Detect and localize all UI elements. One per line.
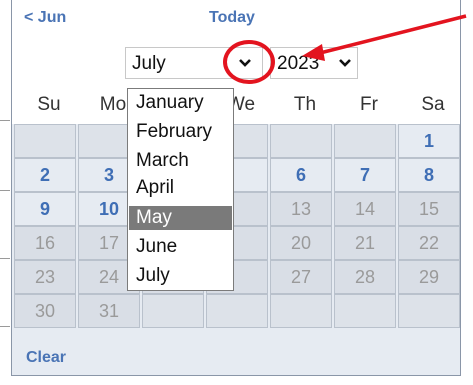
- year-select-value: 2023: [277, 53, 320, 74]
- weekday-header: Su Mo Tu We Th Fr Sa: [12, 86, 460, 124]
- edge-tick: [0, 190, 10, 191]
- day-cell[interactable]: 23: [14, 260, 76, 294]
- month-option[interactable]: April: [129, 176, 232, 200]
- month-option[interactable]: March: [129, 149, 232, 173]
- edge-tick: [0, 120, 10, 121]
- month-option[interactable]: June: [129, 235, 232, 259]
- day-cell[interactable]: 9: [14, 192, 76, 226]
- weekday-label: Fr: [360, 94, 378, 115]
- day-cell[interactable]: 2: [14, 158, 76, 192]
- day-cell[interactable]: 27: [270, 260, 332, 294]
- day-cell[interactable]: 28: [334, 260, 396, 294]
- day-cell[interactable]: 13: [270, 192, 332, 226]
- day-cell[interactable]: 6: [270, 158, 332, 192]
- day-cell[interactable]: 15: [398, 192, 460, 226]
- day-cell[interactable]: 1: [398, 124, 460, 158]
- month-dropdown-list: January February March April May June Ju…: [127, 88, 234, 291]
- day-cell[interactable]: 30: [14, 294, 76, 328]
- weekday-label: Sa: [421, 94, 445, 115]
- day-cell[interactable]: 8: [398, 158, 460, 192]
- today-link[interactable]: Today: [209, 9, 255, 27]
- annotation-circle: [223, 40, 275, 84]
- month-option[interactable]: February: [129, 120, 232, 144]
- month-option[interactable]: July: [129, 264, 232, 288]
- day-cell-empty: [206, 294, 268, 328]
- day-cell[interactable]: 31: [78, 294, 140, 328]
- edge-tick: [0, 326, 10, 327]
- day-cell[interactable]: 29: [398, 260, 460, 294]
- day-cell[interactable]: 20: [270, 226, 332, 260]
- day-cell-empty: [334, 124, 396, 158]
- day-cell-empty: [398, 294, 460, 328]
- day-cell-empty: [14, 124, 76, 158]
- weekday-label: Th: [293, 94, 317, 115]
- prev-month-link[interactable]: < Jun: [24, 9, 66, 27]
- day-cell-empty: [334, 294, 396, 328]
- day-cell[interactable]: 16: [14, 226, 76, 260]
- day-cell[interactable]: 21: [334, 226, 396, 260]
- day-cell[interactable]: 14: [334, 192, 396, 226]
- day-cell-empty: [270, 124, 332, 158]
- day-cell[interactable]: 7: [334, 158, 396, 192]
- clear-link[interactable]: Clear: [26, 349, 66, 367]
- month-option-selected[interactable]: May: [129, 206, 232, 230]
- day-cell-empty: [270, 294, 332, 328]
- chevron-down-icon: [339, 59, 351, 67]
- day-cell[interactable]: 22: [398, 226, 460, 260]
- month-select-value: July: [132, 53, 166, 74]
- day-cell-empty: [142, 294, 204, 328]
- edge-tick: [0, 258, 10, 259]
- page-edge: [0, 0, 10, 385]
- weekday-label: Su: [37, 94, 61, 115]
- month-option[interactable]: January: [129, 91, 232, 115]
- year-select[interactable]: 2023: [270, 47, 358, 79]
